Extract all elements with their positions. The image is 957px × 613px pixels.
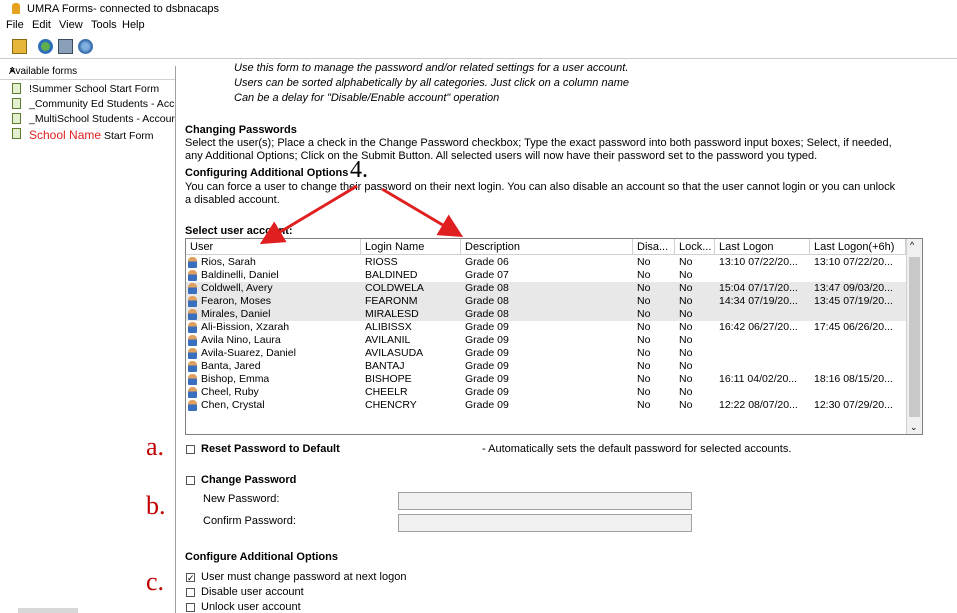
arrow-to-user-column <box>259 184 358 245</box>
annotation-arrows <box>259 184 464 245</box>
arrow-to-description-column <box>381 187 464 238</box>
